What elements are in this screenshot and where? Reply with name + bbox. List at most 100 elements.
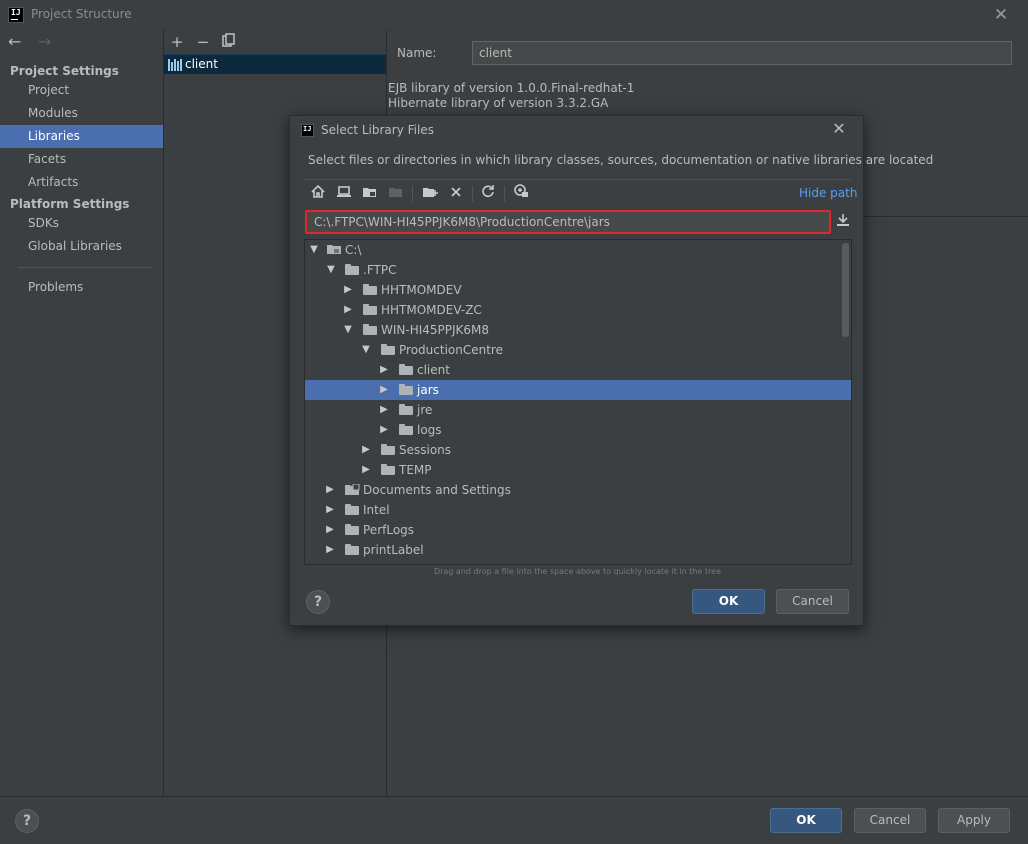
dialog-ok-button[interactable]: OK: [692, 589, 765, 614]
window-title: Project Structure: [31, 7, 132, 21]
expanded-arrow-icon[interactable]: ▼: [343, 320, 353, 340]
name-field[interactable]: [472, 41, 1012, 65]
forward-arrow-icon[interactable]: →: [38, 34, 54, 50]
folder-icon: [399, 364, 413, 375]
ok-button[interactable]: OK: [770, 808, 842, 833]
module-folder-icon[interactable]: [386, 184, 406, 204]
apply-button[interactable]: Apply: [938, 808, 1010, 833]
collapsed-arrow-icon[interactable]: ▶: [361, 440, 371, 460]
tree-node-label: .FTPC: [363, 263, 397, 277]
tree-node[interactable]: ▶ Documents and Settings: [305, 480, 851, 500]
hide-path-link[interactable]: Hide path: [799, 186, 857, 200]
dialog-cancel-button[interactable]: Cancel: [776, 589, 849, 614]
sidebar-item-sdks[interactable]: SDKs: [0, 212, 163, 235]
show-hidden-files-icon[interactable]: [511, 184, 531, 204]
collapsed-arrow-icon[interactable]: ▶: [325, 500, 335, 520]
cancel-button[interactable]: Cancel: [854, 808, 926, 833]
collapsed-arrow-icon[interactable]: ▶: [325, 480, 335, 500]
tree-node[interactable]: ▼ ProductionCentre: [305, 340, 851, 360]
back-arrow-icon[interactable]: ←: [8, 34, 24, 50]
dialog-help-button[interactable]: ?: [306, 590, 330, 614]
folder-icon: [345, 264, 359, 275]
collapsed-arrow-icon[interactable]: ▶: [325, 540, 335, 560]
folder-icon: [381, 444, 395, 455]
dialog-divider: [305, 179, 851, 180]
tree-node[interactable]: ▼ C:\: [305, 240, 851, 260]
project-folder-icon[interactable]: [360, 184, 380, 204]
folder-icon: [381, 464, 395, 475]
sidebar-item-facets[interactable]: Facets: [0, 148, 163, 171]
folder-icon: [345, 504, 359, 515]
tree-node[interactable]: ▶ HHTMOMDEV: [305, 280, 851, 300]
refresh-icon[interactable]: [478, 184, 498, 204]
delete-icon[interactable]: [446, 184, 466, 204]
home-icon[interactable]: [308, 184, 328, 204]
remove-icon[interactable]: −: [193, 32, 213, 52]
tree-node-label: jars: [417, 383, 439, 397]
folder-icon: [363, 284, 377, 295]
intellij-logo-icon: IJ: [8, 7, 24, 23]
tree-node[interactable]: ▶ PerfLogs: [305, 520, 851, 540]
tree-node[interactable]: ▶ jre: [305, 400, 851, 420]
collapsed-arrow-icon[interactable]: ▶: [379, 380, 389, 400]
expanded-arrow-icon[interactable]: ▼: [326, 260, 336, 280]
collapsed-arrow-icon[interactable]: ▶: [379, 400, 389, 420]
expanded-arrow-icon[interactable]: ▼: [309, 240, 319, 260]
tree-node[interactable]: ▶ Sessions: [305, 440, 851, 460]
sidebar-item-artifacts[interactable]: Artifacts: [0, 171, 163, 194]
library-row-client[interactable]: client: [164, 54, 386, 74]
project-settings-heading: Project Settings: [10, 64, 119, 78]
tree-node[interactable]: ▼ WIN-HI45PPJK6M8: [305, 320, 851, 340]
tree-node[interactable]: ▶ logs: [305, 420, 851, 440]
sidebar-divider: [18, 267, 153, 268]
collapsed-arrow-icon[interactable]: ▶: [325, 520, 335, 540]
collapsed-arrow-icon[interactable]: ▶: [379, 360, 389, 380]
toolbar-separator: [412, 186, 413, 202]
sidebar-item-libraries[interactable]: Libraries: [0, 125, 163, 148]
tree-node-label: Documents and Settings: [363, 483, 511, 497]
close-dialog-icon[interactable]: ✕: [830, 119, 848, 139]
toolbar-separator: [472, 186, 473, 202]
tree-node[interactable]: ▶ TEMP: [305, 460, 851, 480]
tree-node[interactable]: ▼ .FTPC: [305, 260, 851, 280]
add-icon[interactable]: +: [167, 32, 187, 52]
file-tree: ▼ C:\ ▼ .FTPC ▶ HHTMOMDEV ▶ HHTMOMDEV-ZC…: [304, 239, 852, 565]
library-label: client: [185, 57, 218, 71]
tree-scrollbar[interactable]: [842, 243, 849, 337]
collapsed-arrow-icon[interactable]: ▶: [343, 300, 353, 320]
drag-hint-text: Drag and drop a file into the space abov…: [433, 567, 722, 576]
tree-node[interactable]: ▶ HHTMOMDEV-ZC: [305, 300, 851, 320]
settings-sidebar: ← → Project Settings Project Modules Lib…: [0, 30, 164, 796]
sidebar-item-global-libraries[interactable]: Global Libraries: [0, 235, 163, 258]
tree-node-label: client: [417, 363, 450, 377]
desktop-icon[interactable]: [334, 184, 354, 204]
tree-node[interactable]: ▶ printLabel: [305, 540, 851, 560]
copy-icon[interactable]: [219, 32, 239, 52]
tree-node-label: TEMP: [399, 463, 432, 477]
expanded-arrow-icon[interactable]: ▼: [361, 340, 371, 360]
sidebar-item-problems[interactable]: Problems: [0, 276, 163, 299]
tree-node-selected[interactable]: ▶ jars: [305, 380, 851, 400]
collapsed-arrow-icon[interactable]: ▶: [379, 420, 389, 440]
new-folder-icon[interactable]: [420, 184, 440, 204]
folder-icon: [363, 324, 377, 335]
sidebar-item-project[interactable]: Project: [0, 79, 163, 102]
tree-node-label: logs: [417, 423, 442, 437]
tree-node[interactable]: ▶ client: [305, 360, 851, 380]
folder-icon: [399, 384, 413, 395]
title-bar: IJ Project Structure ✕: [0, 0, 1028, 30]
tree-node-label: HHTMOMDEV-ZC: [381, 303, 482, 317]
toolbar-separator: [504, 186, 505, 202]
folder-icon: [399, 424, 413, 435]
collapsed-arrow-icon[interactable]: ▶: [361, 460, 371, 480]
intellij-logo-icon: IJ: [301, 124, 314, 137]
tree-node[interactable]: ▶ Intel: [305, 500, 851, 520]
sidebar-item-modules[interactable]: Modules: [0, 102, 163, 125]
path-input[interactable]: C:\.FTPC\WIN-HI45PPJK6M8\ProductionCentr…: [305, 210, 831, 234]
help-button[interactable]: ?: [15, 809, 39, 833]
tree-node-label: HHTMOMDEV: [381, 283, 462, 297]
download-icon[interactable]: [836, 213, 850, 231]
library-icon: [168, 58, 182, 71]
close-window-icon[interactable]: ✕: [992, 6, 1010, 24]
collapsed-arrow-icon[interactable]: ▶: [343, 280, 353, 300]
